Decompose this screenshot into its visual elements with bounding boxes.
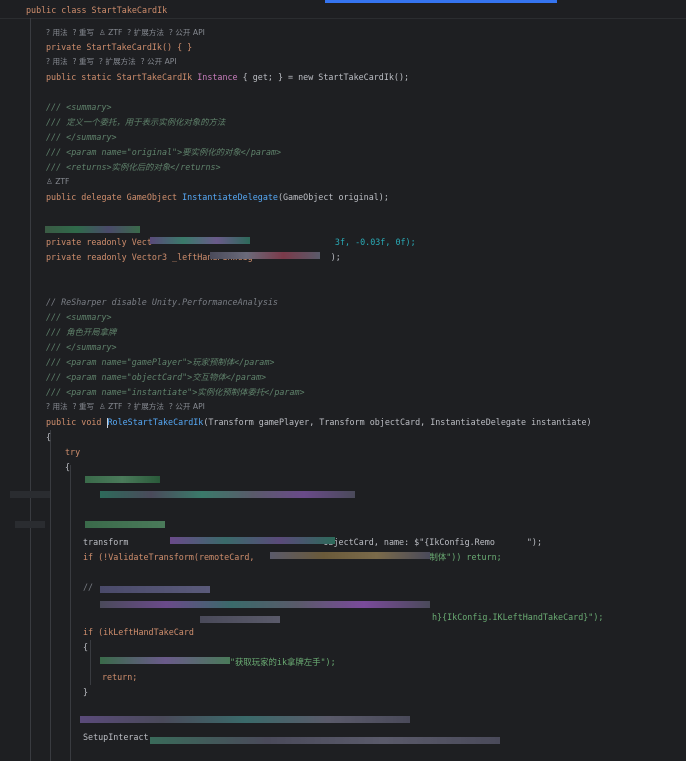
- code-line-find-child[interactable]: h}{IkConfig.IKLeftHandTakeCard}");: [432, 610, 603, 624]
- indent-guide: [30, 18, 31, 761]
- indent-guide: [50, 430, 51, 761]
- doc-comment-line[interactable]: /// <param name="original">要实例化的对象</para…: [46, 145, 281, 159]
- code-line-brace[interactable]: {: [46, 430, 51, 444]
- doc-comment-line[interactable]: /// </summary>: [46, 130, 117, 144]
- inlay-hint-usages[interactable]: ? 用法 ? 重写 ? 扩展方法 ? 公开 API: [46, 56, 177, 68]
- editor-top-bar: public class StartTakeCardIk: [0, 0, 686, 19]
- code-line-return[interactable]: return;: [102, 670, 137, 684]
- doc-comment-line[interactable]: /// <returns>实例化后的对象</returns>: [46, 160, 221, 174]
- code-line-brace[interactable]: {: [65, 460, 70, 474]
- doc-comment-line[interactable]: /// <param name="gamePlayer">玩家预制体</para…: [46, 355, 274, 369]
- code-line-instance[interactable]: public static StartTakeCardIk Instance {…: [46, 70, 409, 84]
- code-line-brace[interactable]: }: [83, 685, 88, 699]
- doc-comment-line[interactable]: /// <summary>: [46, 310, 112, 324]
- inlay-hint-usages[interactable]: ? 用法 ? 重写 ♙ ZTF ? 扩展方法 ? 公开 API: [46, 27, 205, 39]
- active-tab-indicator: [325, 0, 557, 3]
- code-line-delegate[interactable]: public delegate GameObject InstantiateDe…: [46, 190, 389, 204]
- doc-comment-line[interactable]: /// <summary>: [46, 100, 112, 114]
- code-line-brace[interactable]: {: [83, 640, 88, 654]
- inlay-hint-usages[interactable]: ? 用法 ? 重写 ♙ ZTF ? 扩展方法 ? 公开 API: [46, 401, 205, 413]
- comment-resharper[interactable]: // ReSharper disable Unity.PerformanceAn…: [46, 295, 278, 309]
- code-line-ctor[interactable]: private StartTakeCardIk() { }: [46, 40, 192, 54]
- inlay-hint-author[interactable]: ♙ ZTF: [46, 176, 69, 188]
- doc-comment-line[interactable]: /// 角色开局拿牌: [46, 325, 116, 339]
- code-line-comment[interactable]: //: [83, 580, 98, 594]
- sticky-class-header[interactable]: public class StartTakeCardIk: [26, 5, 167, 15]
- code-line-warning[interactable]: "获取玩家的ik拿牌左手");: [230, 655, 336, 669]
- code-line-try[interactable]: try: [65, 445, 80, 459]
- doc-comment-line[interactable]: /// <param name="objectCard">交互物体</param…: [46, 370, 266, 384]
- code-line-if[interactable]: if (ikLeftHandTakeCard: [83, 625, 194, 639]
- code-line-method-signature[interactable]: public void RoleStartTakeCardIk(Transfor…: [46, 415, 592, 429]
- doc-comment-line[interactable]: /// </summary>: [46, 340, 117, 354]
- doc-comment-line[interactable]: /// 定义一个委托，用于表示实例化对象的方法: [46, 115, 225, 129]
- code-line-setup[interactable]: SetupInteract: [83, 730, 149, 744]
- indent-guide: [70, 465, 71, 761]
- indent-guide: [90, 640, 91, 685]
- doc-comment-line[interactable]: /// <param name="instantiate">实例化预制体委托</…: [46, 385, 305, 399]
